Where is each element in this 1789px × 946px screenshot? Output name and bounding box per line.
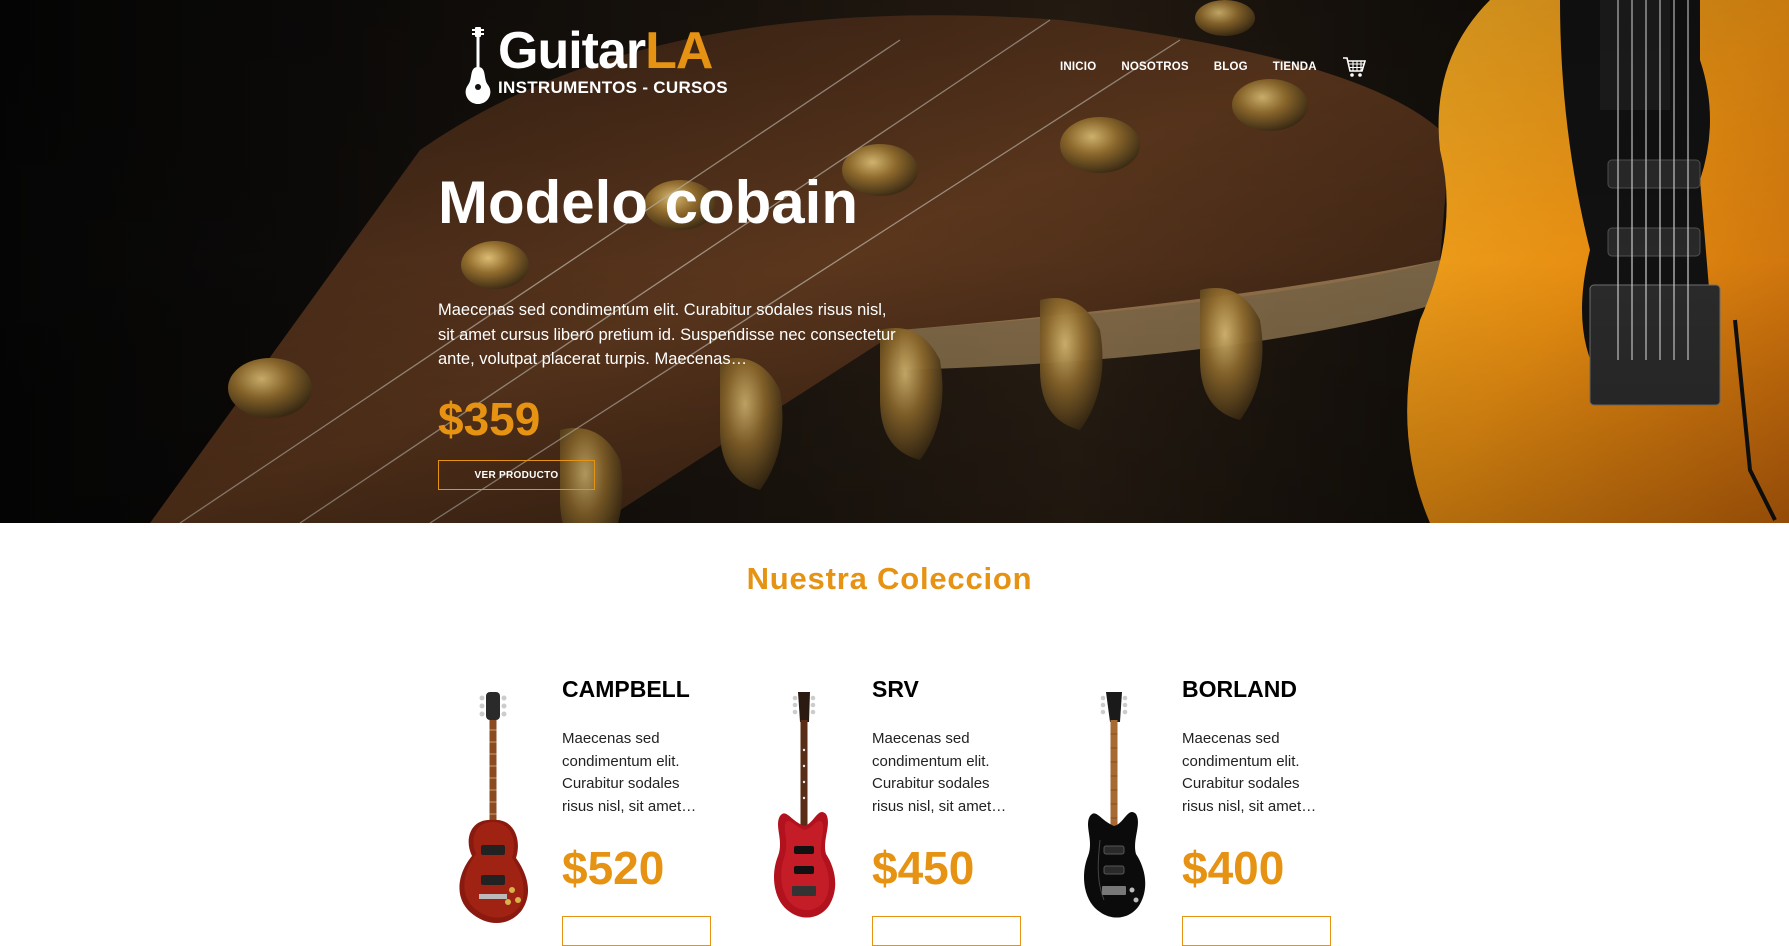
nav-link-blog[interactable]: BLOG (1214, 61, 1248, 73)
product-list: CAMPBELL Maecenas sed condimentum elit. … (450, 676, 1340, 946)
nav-link-tienda[interactable]: TIENDA (1273, 61, 1317, 73)
view-product-button[interactable] (872, 916, 1021, 946)
product-card-borland: BORLAND Maecenas sed condimentum elit. C… (1070, 676, 1331, 946)
product-name: CAMPBELL (562, 676, 690, 702)
nav-link-nosotros[interactable]: NOSOTROS (1121, 61, 1188, 73)
hero-price: $359 (438, 393, 541, 445)
product-price: $520 (562, 842, 665, 894)
product-description: Maecenas sed condimentum elit. Curabitur… (562, 730, 697, 815)
product-description: Maecenas sed condimentum elit. Curabitur… (1182, 730, 1317, 815)
hero-description: Maecenas sed condimentum elit. Curabitur… (438, 301, 896, 368)
product-card-campbell: CAMPBELL Maecenas sed condimentum elit. … (450, 676, 711, 946)
borland-guitar-image[interactable] (1070, 690, 1156, 926)
product-card-srv: SRV Maecenas sed condimentum elit. Curab… (760, 676, 1021, 946)
view-product-button[interactable] (562, 916, 711, 946)
logo-title: GuitarLA (498, 22, 713, 80)
srv-guitar-image[interactable] (760, 690, 846, 926)
hero-overlay (0, 0, 1789, 523)
campbell-guitar-image[interactable] (450, 690, 536, 926)
view-product-button[interactable] (1182, 916, 1331, 946)
product-price: $400 (1182, 842, 1285, 894)
main-nav: INICIO NOSOTROS BLOG TIENDA (1060, 56, 1366, 78)
product-name: SRV (872, 676, 919, 702)
guitar-logo-icon (465, 27, 491, 104)
product-name: BORLAND (1182, 676, 1297, 702)
product-description: Maecenas sed condimentum elit. Curabitur… (872, 730, 1007, 815)
nav-link-inicio[interactable]: INICIO (1060, 61, 1096, 73)
hero-banner: GuitarLA INSTRUMENTOS - CURSOS INICIO NO… (0, 0, 1789, 523)
hero-title: Modelo cobain (438, 169, 858, 236)
collection-title: Nuestra Coleccion (746, 561, 1033, 596)
product-price: $450 (872, 842, 975, 894)
view-product-button[interactable]: VER PRODUCTO (438, 460, 595, 490)
cart-icon[interactable] (1342, 56, 1366, 78)
site-logo[interactable]: GuitarLA INSTRUMENTOS - CURSOS (464, 22, 728, 105)
logo-subtitle: INSTRUMENTOS - CURSOS (498, 78, 728, 97)
